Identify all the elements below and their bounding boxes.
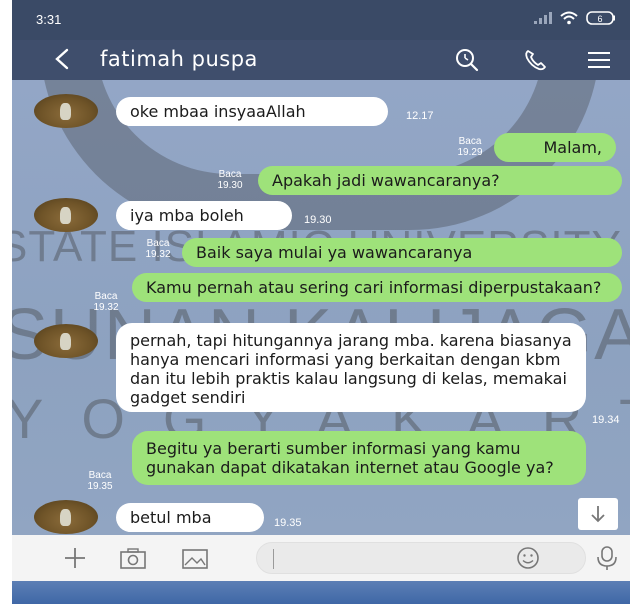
call-button[interactable] bbox=[520, 45, 550, 75]
message-time: 19.35 bbox=[87, 481, 113, 492]
message-time: 12.17 bbox=[406, 110, 434, 122]
message-time: 19.32 bbox=[145, 249, 171, 260]
read-label: Baca bbox=[88, 470, 112, 481]
chat-header: fatimah puspa bbox=[12, 40, 630, 80]
status-bar: 3:31 6 bbox=[12, 0, 630, 40]
read-label: Baca bbox=[94, 291, 118, 302]
message-bubble-incoming[interactable]: betul mba bbox=[116, 503, 264, 532]
read-receipt: Baca 19.32 bbox=[84, 291, 128, 313]
message-input[interactable] bbox=[256, 542, 586, 574]
message-bubble-outgoing[interactable]: Baik saya mulai ya wawancaranya bbox=[182, 238, 622, 267]
message-bubble-outgoing[interactable]: Begitu ya berarti sumber informasi yang … bbox=[132, 431, 586, 485]
screen-bottom-strip bbox=[12, 581, 630, 604]
message-bubble-incoming[interactable]: iya mba boleh bbox=[116, 201, 292, 230]
svg-text:6: 6 bbox=[597, 14, 602, 24]
arrow-down-icon bbox=[591, 506, 605, 523]
message-time: 19.34 bbox=[592, 414, 620, 426]
read-label: Baca bbox=[146, 238, 170, 249]
gallery-button[interactable] bbox=[180, 544, 210, 572]
read-receipt: Baca 19.29 bbox=[448, 136, 492, 158]
message-time: 19.30 bbox=[217, 180, 243, 191]
chat-area[interactable]: STATE ISLAMIC UNIVERSITY SUNAN KALIJAGA … bbox=[12, 80, 630, 535]
back-button[interactable] bbox=[48, 44, 76, 74]
contact-name[interactable]: fatimah puspa bbox=[100, 47, 258, 71]
phone-icon bbox=[525, 50, 546, 71]
scroll-to-bottom-button[interactable] bbox=[578, 498, 618, 530]
read-receipt: Baca 19.32 bbox=[136, 238, 180, 260]
phone-screen: 3:31 6 fatimah puspa STATE ISLAMIC UNIVE… bbox=[12, 0, 630, 604]
camera-icon bbox=[120, 548, 146, 569]
search-icon bbox=[456, 49, 479, 72]
microphone-icon bbox=[597, 546, 617, 570]
read-receipt: Baca 19.35 bbox=[78, 470, 122, 492]
message-time: 19.32 bbox=[93, 302, 119, 313]
text-caret bbox=[273, 549, 274, 569]
status-icons: 6 bbox=[534, 11, 616, 25]
menu-button[interactable] bbox=[584, 45, 614, 75]
camera-button[interactable] bbox=[118, 544, 148, 572]
avatar[interactable] bbox=[34, 198, 98, 232]
message-bubble-outgoing[interactable]: Apakah jadi wawancaranya? bbox=[258, 166, 622, 195]
message-time: 19.30 bbox=[304, 214, 332, 226]
message-bubble-outgoing[interactable]: Malam, bbox=[494, 133, 616, 162]
message-bubble-outgoing[interactable]: Kamu pernah atau sering cari informasi d… bbox=[132, 273, 622, 302]
avatar[interactable] bbox=[34, 500, 98, 534]
message-input-bar bbox=[12, 535, 630, 581]
battery-icon: 6 bbox=[586, 11, 615, 25]
emoji-button[interactable] bbox=[513, 544, 543, 572]
menu-icon bbox=[588, 52, 610, 68]
wifi-icon bbox=[560, 11, 578, 25]
back-arrow-icon bbox=[55, 48, 69, 70]
read-receipt: Baca 19.30 bbox=[208, 169, 252, 191]
read-label: Baca bbox=[218, 169, 242, 180]
avatar[interactable] bbox=[34, 94, 98, 128]
image-icon bbox=[182, 549, 208, 569]
status-time: 3:31 bbox=[36, 12, 62, 27]
emoji-icon bbox=[517, 547, 539, 569]
search-button[interactable] bbox=[452, 45, 482, 75]
message-time: 19.29 bbox=[457, 147, 483, 158]
message-bubble-incoming[interactable]: pernah, tapi hitungannya jarang mba. kar… bbox=[116, 323, 586, 412]
voice-button[interactable] bbox=[592, 544, 622, 572]
message-bubble-incoming[interactable]: oke mbaa insyaaAllah bbox=[116, 97, 388, 126]
add-button[interactable] bbox=[60, 544, 90, 572]
message-time: 19.35 bbox=[274, 517, 302, 529]
plus-icon bbox=[65, 548, 85, 568]
signal-icon bbox=[534, 12, 552, 24]
avatar[interactable] bbox=[34, 324, 98, 358]
read-label: Baca bbox=[458, 136, 482, 147]
